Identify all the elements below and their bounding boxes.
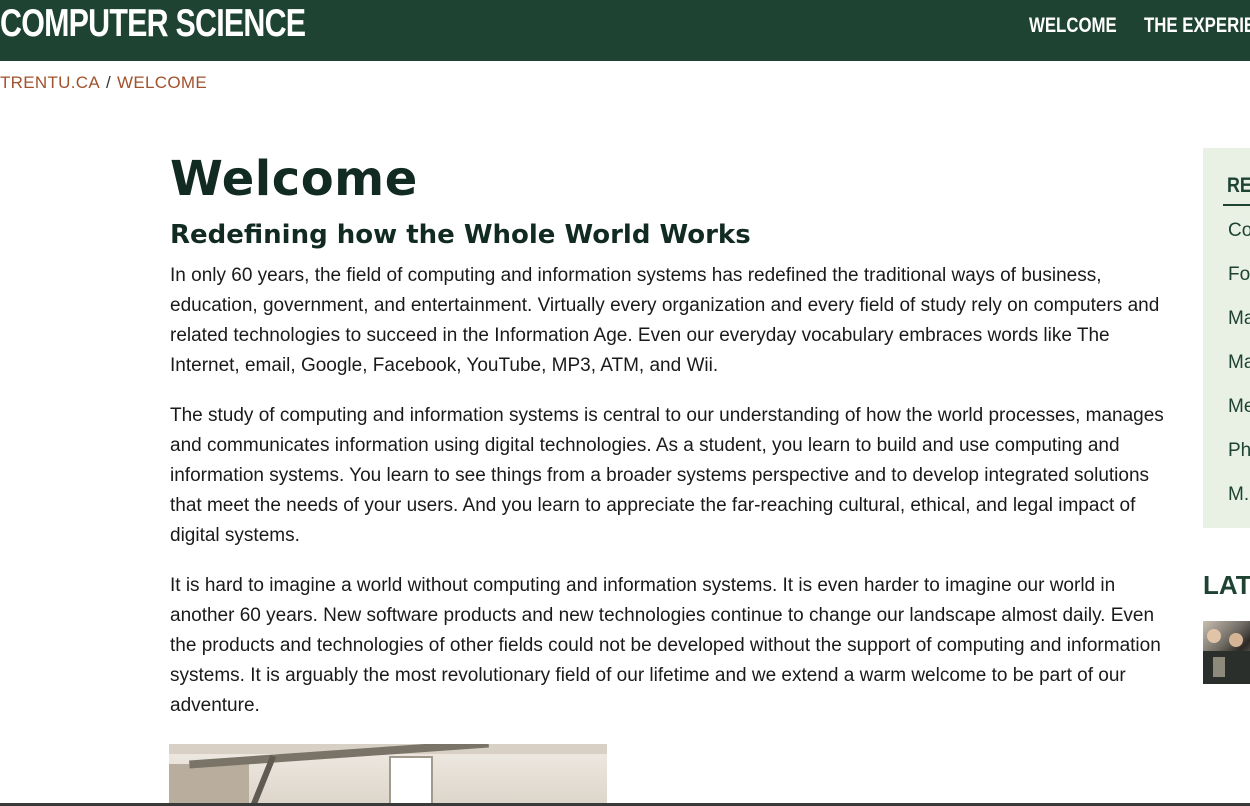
site-title[interactable]: COMPUTER SCIENCE: [0, 0, 306, 48]
closing-paragraph: It is hard to imagine a world without co…: [170, 575, 1161, 716]
related-link-2[interactable]: Fo: [1228, 264, 1250, 286]
nav-welcome[interactable]: WELCOME: [1029, 14, 1117, 38]
page: COMPUTER SCIENCE WELCOME THE EXPERIEN TR…: [0, 0, 1250, 806]
breadcrumb-trentu[interactable]: TRENTU.CA: [0, 73, 100, 92]
related-links-divider: [1223, 204, 1250, 206]
breadcrumb-welcome[interactable]: WELCOME: [117, 73, 207, 92]
main-content: Welcome Redefining how the Whole World W…: [170, 145, 1170, 721]
latest-news-heading: LAT: [1203, 570, 1250, 600]
study-paragraph: The study of computing and information s…: [170, 405, 1164, 546]
related-links-panel: REL Co Fo Ma Ma Me Ph M.: [1203, 148, 1250, 528]
related-link-5[interactable]: Me: [1228, 396, 1250, 418]
page-title: Welcome: [170, 151, 418, 207]
intro-paragraph: In only 60 years, the field of computing…: [170, 265, 1160, 376]
related-links-heading: REL: [1227, 174, 1250, 197]
lab-photo: [169, 744, 607, 806]
related-link-7[interactable]: M.: [1228, 484, 1249, 506]
breadcrumb: TRENTU.CA / WELCOME: [0, 73, 207, 93]
related-link-6[interactable]: Ph: [1228, 440, 1250, 462]
related-link-4[interactable]: Ma: [1228, 352, 1250, 374]
related-link-1[interactable]: Co: [1228, 220, 1250, 242]
breadcrumb-separator: /: [105, 73, 112, 92]
site-header: COMPUTER SCIENCE WELCOME THE EXPERIEN: [0, 0, 1250, 61]
nav-the-experience[interactable]: THE EXPERIEN: [1144, 14, 1250, 38]
page-subtitle: Redefining how the Whole World Works: [170, 220, 751, 250]
related-link-3[interactable]: Ma: [1228, 308, 1250, 330]
latest-news-thumbnail[interactable]: [1203, 621, 1250, 684]
